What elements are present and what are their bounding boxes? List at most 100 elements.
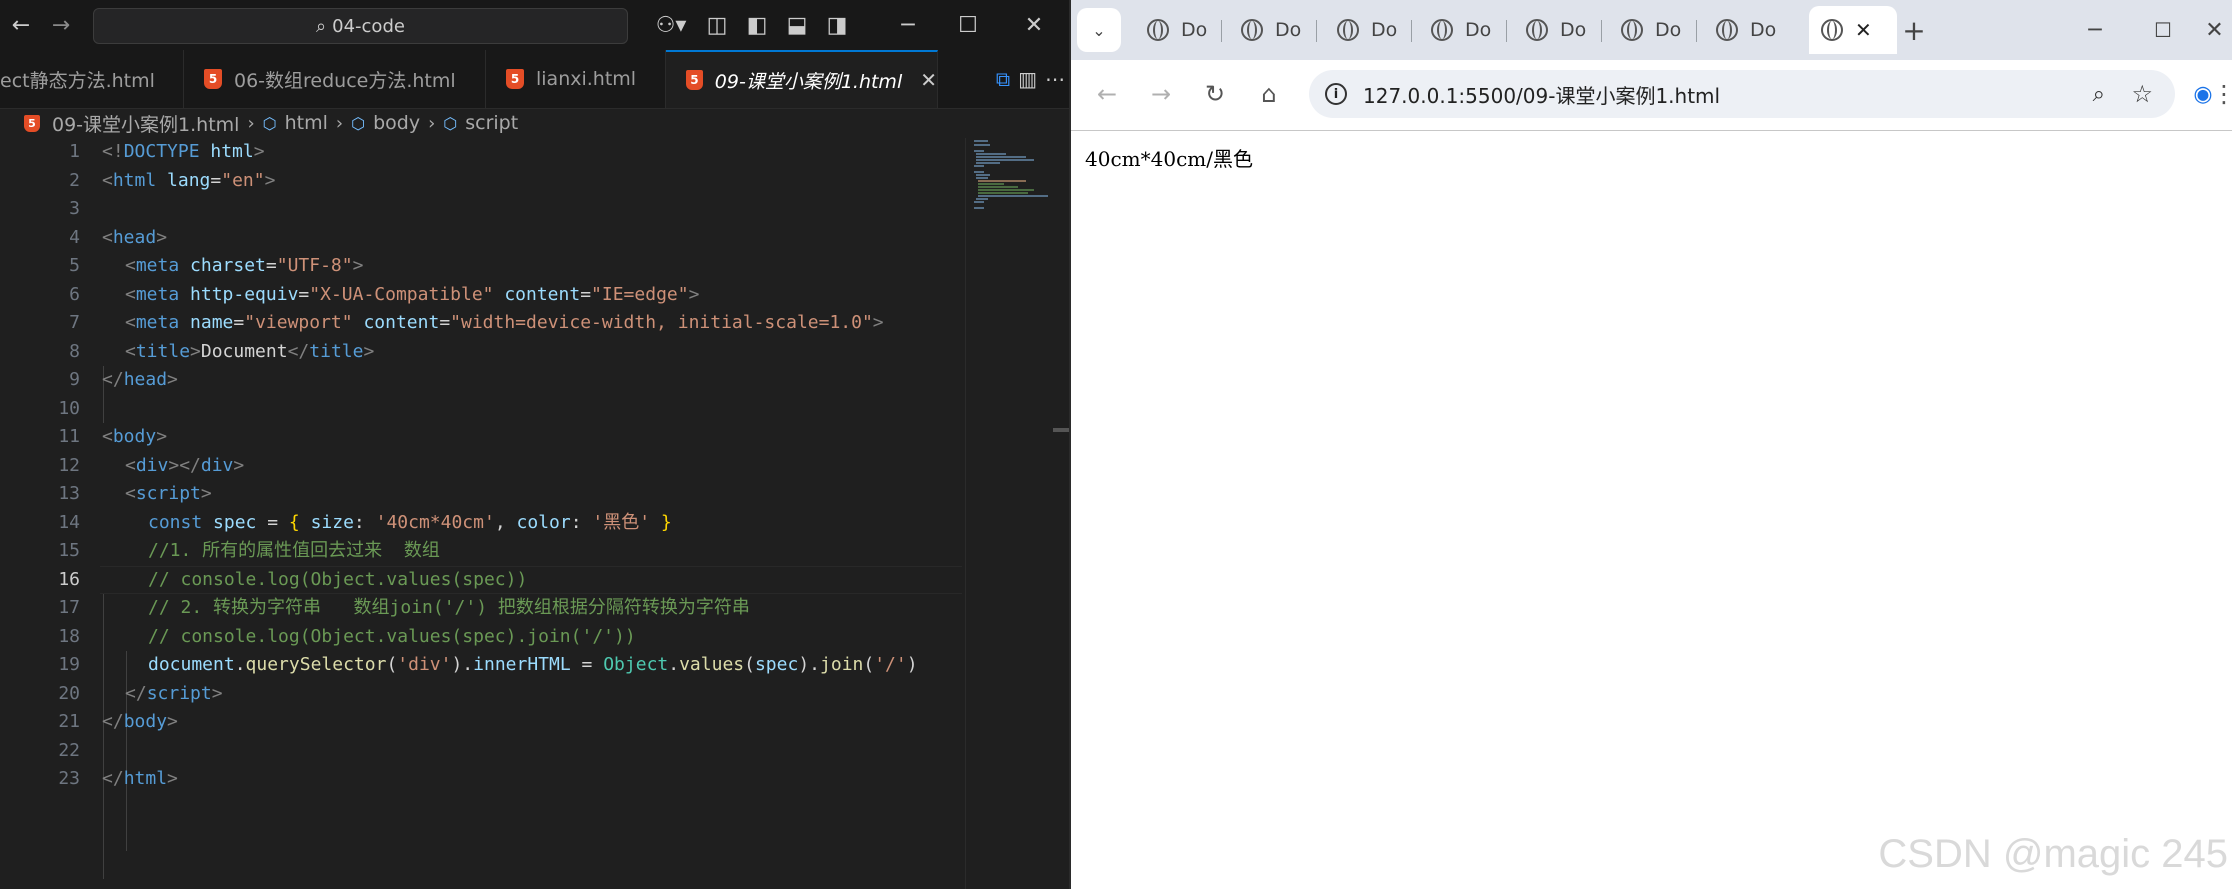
back-arrow-icon[interactable]: ← [1085,72,1129,116]
browser-tab[interactable]: Do [1337,6,1397,54]
minimap-line [976,162,1000,164]
home-icon[interactable]: ⌂ [1247,72,1291,116]
command-center-search[interactable]: ⌕ 04-code [93,8,628,44]
reload-icon[interactable]: ↻ [1193,72,1237,116]
browser-tab[interactable]: Do [1526,6,1586,54]
globe-icon [1621,19,1643,41]
tab-object-static[interactable]: ect静态方法.html [0,50,184,108]
maximize-icon[interactable]: ☐ [2129,0,2197,60]
screen: ← → ⌕ 04-code ⚇▾ ◫ ◧ ⬓ ◨ ─ ☐ ✕ ect静态方法.h… [0,0,2232,889]
code-line-20: </script> [125,682,223,704]
minimap-line [976,198,988,200]
forward-arrow-icon[interactable]: → [1139,72,1183,116]
toggle-panel-icon[interactable]: ⬓ [780,0,814,50]
globe-icon [1337,19,1359,41]
code-editor[interactable]: 1 2 3 4 5 6 7 8 9 10 11 12 13 14 15 16 1… [0,138,965,889]
minimap[interactable] [965,138,1054,889]
tab-label: lianxi.html [536,68,637,90]
copilot-icon[interactable]: ⚇▾ [648,0,694,50]
html5-icon: 5 [506,69,524,89]
split-editor-icon[interactable]: ▥ [1018,67,1037,91]
minimap-line [974,144,990,146]
code-line-18: // console.log(Object.values(spec).join(… [148,625,636,647]
browser-tab[interactable]: Do [1241,6,1301,54]
tab-label: ect静态方法.html [0,69,155,92]
line-number: 13 [58,483,80,504]
browser-tab-label: Do [1371,19,1398,41]
close-window-icon[interactable]: ✕ [2197,0,2232,60]
tab-label: 06-数组reduce方法.html [234,69,456,92]
address-bar[interactable]: i 127.0.0.1:5500/09-课堂小案例1.html ⌕ ☆ [1309,70,2175,118]
minimap-line [976,174,990,176]
toggle-sidebar-icon[interactable]: ◧ [740,0,774,50]
browser-tab[interactable]: Do [1621,6,1681,54]
tab-reduce[interactable]: 5 06-数组reduce方法.html [184,50,486,108]
toggle-secondary-sidebar-icon[interactable]: ◨ [820,0,854,50]
open-preview-icon[interactable]: ⧉ [996,67,1010,91]
code-line-1: <!DOCTYPE html> [102,141,265,162]
tab-separator [1316,20,1317,42]
close-tab-icon[interactable]: ✕ [1855,18,1872,42]
line-number: 3 [69,198,80,219]
tab-label: 09-课堂小案例1.html [714,70,903,93]
rendered-div-text: 40cm*40cm/黑色 [1085,147,1253,171]
line-number-current: 16 [58,568,80,590]
browser-tab[interactable]: Do [1147,6,1207,54]
maximize-icon[interactable]: ☐ [940,0,996,50]
line-number: 23 [58,768,80,789]
globe-icon [1821,19,1843,41]
minimap-line [976,159,1034,161]
globe-icon [1241,19,1263,41]
minimap-line [974,207,984,209]
html5-icon: 5 [204,69,222,89]
tab-search-button[interactable]: ⌄ [1077,8,1121,52]
breadcrumb-html[interactable]: html [285,112,328,134]
more-actions-icon[interactable]: ⋯ [1045,67,1065,91]
minimap-line [978,189,1034,191]
bookmark-star-icon[interactable]: ☆ [2131,80,2153,108]
browser-tab-strip: ⌄ Do Do Do Do Do Do Do ✕ + ─ ☐ ✕ [1071,0,2232,60]
web-page-content: 40cm*40cm/黑色 CSDN @magic 245 [1071,131,2232,889]
editor-scrollbar[interactable] [1053,138,1069,889]
browser-tab-label: Do [1275,19,1302,41]
code-line-12: <div></div> [125,454,245,476]
breadcrumb-body[interactable]: body [373,112,420,134]
zoom-icon[interactable]: ⌕ [2093,82,2105,107]
browser-tab-label: Do [1465,19,1492,41]
minimap-line [974,165,984,167]
close-window-icon[interactable]: ✕ [1006,0,1062,50]
breadcrumb-file[interactable]: 09-课堂小案例1.html [52,110,239,137]
html5-icon: 5 [686,70,703,90]
minimap-line [978,180,1026,182]
code-line-21: </body> [102,711,178,732]
site-info-icon[interactable]: i [1325,83,1347,105]
browser-toolbar: ← → ↻ ⌂ i 127.0.0.1:5500/09-课堂小案例1.html … [1071,60,2232,131]
minimize-icon[interactable]: ─ [2061,0,2129,60]
browser-tab[interactable]: Do [1716,6,1776,54]
code-line-23: </html> [102,768,178,789]
vscode-window: ← → ⌕ 04-code ⚇▾ ◫ ◧ ⬓ ◨ ─ ☐ ✕ ect静态方法.h… [0,0,1071,889]
code-line-6: <meta http-equiv="X-UA-Compatible" conte… [125,283,700,305]
minimap-line [974,171,984,173]
browser-tab-active[interactable]: ✕ [1809,6,1897,54]
browser-tab[interactable]: Do [1431,6,1491,54]
new-tab-button[interactable]: + [1889,0,1939,60]
symbol-element-icon: ⬡ [443,113,458,133]
customize-layout-icon[interactable]: ◫ [700,0,734,50]
line-number: 19 [58,654,80,675]
minimize-icon[interactable]: ─ [880,0,936,50]
menu-kebab-icon[interactable]: ⋮ [2212,72,2232,116]
minimap-line [974,140,988,142]
breadcrumb-script[interactable]: script [465,112,518,134]
close-tab-icon[interactable]: ✕ [920,68,937,92]
tab-active-case1[interactable]: 5 09-课堂小案例1.html ✕ [666,50,938,108]
code-line-4: <head> [102,226,168,248]
tab-lianxi[interactable]: 5 lianxi.html [486,50,666,108]
vscode-titlebar: ← → ⌕ 04-code ⚇▾ ◫ ◧ ⬓ ◨ ─ ☐ ✕ [0,0,1071,50]
forward-arrow-icon[interactable]: → [44,0,78,50]
back-arrow-icon[interactable]: ← [4,0,38,50]
minimap-line [976,153,1006,155]
code-line-19: document.querySelector('div').innerHTML … [148,654,918,675]
watermark: CSDN @magic 245 [1878,832,2228,876]
tab-actions: ⧉ ▥ ⋯ [996,50,1065,108]
